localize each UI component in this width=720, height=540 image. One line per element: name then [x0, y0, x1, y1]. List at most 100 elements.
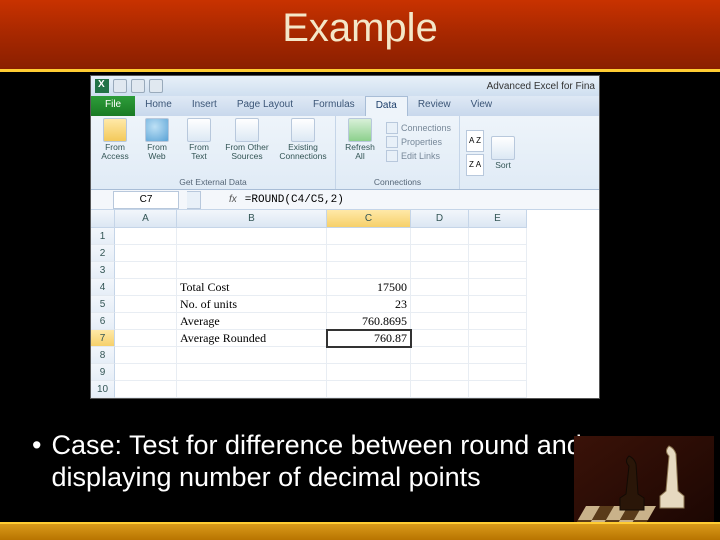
col-header-e[interactable]: E — [469, 210, 527, 228]
row-header[interactable]: 7 — [91, 330, 115, 347]
row-header[interactable]: 3 — [91, 262, 115, 279]
cell[interactable] — [177, 245, 327, 262]
cell-b6[interactable]: Average — [177, 313, 327, 330]
undo-icon[interactable] — [131, 79, 145, 93]
formula-input[interactable]: =ROUND(C4/C5,2) — [245, 194, 344, 206]
cell[interactable] — [469, 245, 527, 262]
cell[interactable] — [115, 381, 177, 398]
cell[interactable] — [411, 347, 469, 364]
cell[interactable] — [327, 262, 411, 279]
existing-connections-button[interactable]: Existing Connections — [275, 118, 331, 160]
tab-home[interactable]: Home — [135, 96, 182, 116]
cell[interactable] — [411, 228, 469, 245]
cell[interactable] — [327, 228, 411, 245]
cell[interactable] — [115, 364, 177, 381]
tab-view[interactable]: View — [461, 96, 503, 116]
cell[interactable] — [177, 262, 327, 279]
select-all-corner[interactable] — [91, 210, 115, 228]
refresh-all-button[interactable]: Refresh All — [340, 118, 380, 160]
cell[interactable] — [115, 245, 177, 262]
cell[interactable] — [327, 245, 411, 262]
cell[interactable] — [327, 347, 411, 364]
cell-b7[interactable]: Average Rounded — [177, 330, 327, 347]
row-header[interactable]: 4 — [91, 279, 115, 296]
cell-c7-selected[interactable]: 760.87 — [327, 330, 411, 347]
connections-button[interactable]: Connections — [386, 122, 451, 134]
group-sort: A Z Z A Sort — [460, 116, 524, 189]
name-box[interactable]: C7 — [113, 191, 179, 209]
cell[interactable] — [411, 313, 469, 330]
cell-c6[interactable]: 760.8695 — [327, 313, 411, 330]
row-header[interactable]: 9 — [91, 364, 115, 381]
tab-insert[interactable]: Insert — [182, 96, 227, 116]
cell[interactable] — [411, 262, 469, 279]
col-header-b[interactable]: B — [177, 210, 327, 228]
cell[interactable] — [115, 330, 177, 347]
redo-icon[interactable] — [149, 79, 163, 93]
cell-c5[interactable]: 23 — [327, 296, 411, 313]
cell[interactable] — [469, 330, 527, 347]
cell[interactable] — [411, 381, 469, 398]
row-header[interactable]: 10 — [91, 381, 115, 398]
cell[interactable] — [115, 313, 177, 330]
cell[interactable] — [411, 330, 469, 347]
cell[interactable] — [411, 279, 469, 296]
cell[interactable] — [469, 347, 527, 364]
access-icon — [103, 118, 127, 142]
fx-icon[interactable]: fx — [229, 194, 237, 205]
tab-formulas[interactable]: Formulas — [303, 96, 365, 116]
row-header[interactable]: 6 — [91, 313, 115, 330]
cell[interactable] — [327, 381, 411, 398]
sort-icon — [491, 136, 515, 160]
cell[interactable] — [177, 347, 327, 364]
cell[interactable] — [469, 364, 527, 381]
cell[interactable] — [469, 279, 527, 296]
sort-az-button[interactable]: A Z — [466, 130, 484, 152]
cell[interactable] — [177, 228, 327, 245]
tab-data[interactable]: Data — [365, 96, 408, 116]
cell[interactable] — [469, 381, 527, 398]
row-header[interactable]: 2 — [91, 245, 115, 262]
cell[interactable] — [469, 262, 527, 279]
cell[interactable] — [327, 364, 411, 381]
cell[interactable] — [469, 228, 527, 245]
worksheet-grid[interactable]: A B C D E 1 2 3 4 Total Cost17500 5 No. of… — [91, 210, 599, 398]
col-header-a[interactable]: A — [115, 210, 177, 228]
cell[interactable] — [115, 228, 177, 245]
connections-icon — [386, 122, 398, 134]
edit-links-button[interactable]: Edit Links — [386, 150, 451, 162]
save-icon[interactable] — [113, 79, 127, 93]
from-text-button[interactable]: From Text — [179, 118, 219, 160]
sort-za-button[interactable]: Z A — [466, 154, 484, 176]
cell[interactable] — [115, 262, 177, 279]
group-title-external: Get External Data — [179, 176, 247, 189]
cell[interactable] — [469, 313, 527, 330]
cell-b5[interactable]: No. of units — [177, 296, 327, 313]
row-header[interactable]: 5 — [91, 296, 115, 313]
col-header-d[interactable]: D — [411, 210, 469, 228]
tab-file[interactable]: File — [91, 96, 135, 116]
tab-page-layout[interactable]: Page Layout — [227, 96, 303, 116]
sort-button[interactable]: Sort — [488, 136, 518, 170]
properties-button[interactable]: Properties — [386, 136, 451, 148]
cell[interactable] — [411, 364, 469, 381]
cell[interactable] — [469, 296, 527, 313]
from-web-button[interactable]: From Web — [137, 118, 177, 160]
name-box-dropdown[interactable] — [187, 191, 201, 209]
cell[interactable] — [411, 245, 469, 262]
cell[interactable] — [411, 296, 469, 313]
from-access-button[interactable]: From Access — [95, 118, 135, 160]
tab-review[interactable]: Review — [408, 96, 461, 116]
cell[interactable] — [115, 347, 177, 364]
cell[interactable] — [177, 364, 327, 381]
cell[interactable] — [115, 296, 177, 313]
cell[interactable] — [115, 279, 177, 296]
cell-c4[interactable]: 17500 — [327, 279, 411, 296]
excel-titlebar: Advanced Excel for Fina — [91, 76, 599, 96]
col-header-c[interactable]: C — [327, 210, 411, 228]
row-header[interactable]: 8 — [91, 347, 115, 364]
cell[interactable] — [177, 381, 327, 398]
from-other-sources-button[interactable]: From Other Sources — [221, 118, 273, 160]
row-header[interactable]: 1 — [91, 228, 115, 245]
cell-b4[interactable]: Total Cost — [177, 279, 327, 296]
